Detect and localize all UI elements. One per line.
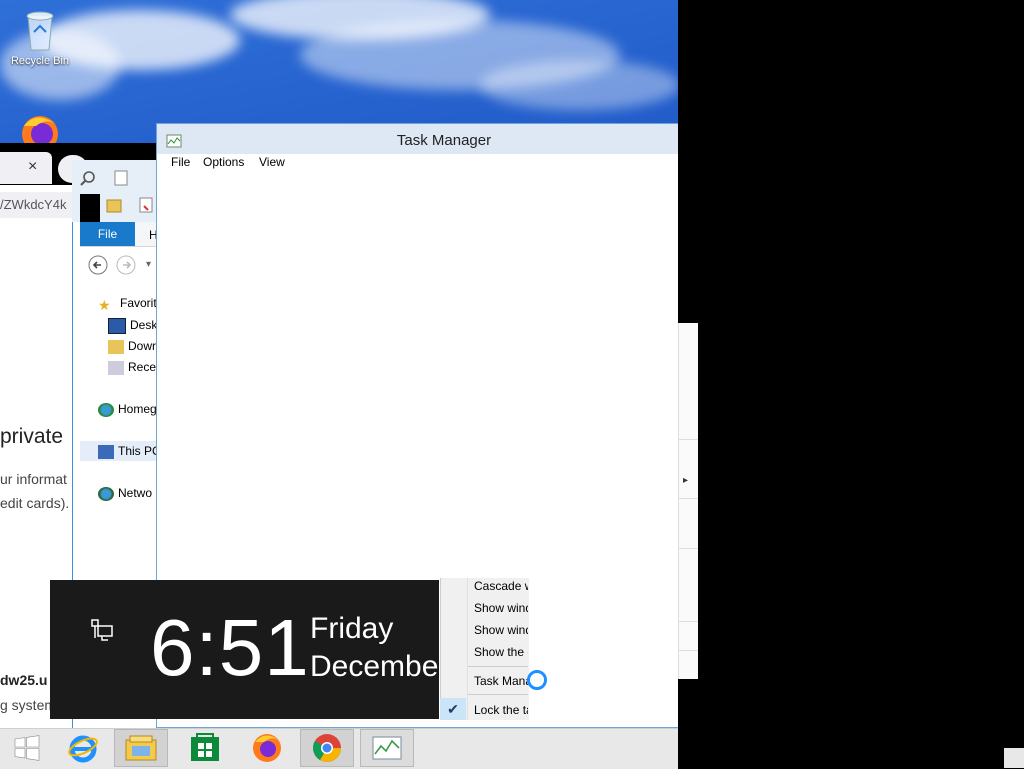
desktop-icon-recycle-bin[interactable]: Recycle Bin (4, 6, 76, 67)
clock-day: Friday (310, 612, 394, 645)
folder-icon[interactable] (106, 196, 124, 217)
page-text: ur informat (0, 471, 67, 487)
page-link[interactable]: dw25.u (0, 672, 50, 688)
task-manager-icon (372, 736, 402, 760)
menu-item-lock-taskbar[interactable]: Lock the ta (474, 703, 528, 717)
menu-item-task-manager[interactable]: Task Mana (474, 674, 528, 688)
undo-icon[interactable] (138, 196, 156, 217)
menu-item-show-windows-stacked[interactable]: Show wind (474, 601, 528, 615)
forward-button[interactable] (116, 255, 136, 278)
computer-icon (98, 444, 114, 459)
menu-item-show-windows-side-by-side[interactable]: Show wind (474, 623, 528, 637)
taskbar-chrome[interactable] (300, 729, 354, 767)
network-icon (98, 486, 114, 501)
page-text: edit cards). (0, 495, 70, 511)
menu-options[interactable]: Options (203, 155, 244, 169)
recycle-bin-icon (26, 11, 54, 51)
side-panel: ▸ (678, 323, 698, 679)
menu-view[interactable]: View (259, 155, 285, 169)
firefox-url-bar[interactable]: /ZWkdcY4k (0, 192, 80, 218)
menu-item-cascade[interactable]: Cascade w (474, 579, 528, 593)
nav-this-pc[interactable]: This PC (80, 441, 158, 461)
show-desktop-button[interactable] (1004, 748, 1024, 768)
checkmark-icon: ✔ (440, 698, 466, 720)
menu-separator (468, 694, 528, 695)
start-button[interactable] (0, 729, 54, 767)
homegroup-icon (98, 402, 114, 417)
busy-cursor-icon (527, 670, 547, 690)
back-button[interactable] (88, 255, 108, 278)
nav-network[interactable]: Netwo (98, 486, 158, 501)
firefox-icon (253, 734, 281, 762)
taskbar-file-explorer[interactable] (114, 729, 168, 767)
chevron-down-icon[interactable]: ▾ (146, 259, 151, 270)
menu-item-show-desktop[interactable]: Show the c (474, 645, 528, 659)
clock-time: 6:51 (150, 603, 310, 692)
properties-icon[interactable] (114, 170, 128, 189)
taskbar-internet-explorer[interactable] (56, 729, 110, 767)
page-text: g system (0, 697, 50, 713)
nav-desktop[interactable]: Desk (108, 318, 158, 334)
nav-downloads[interactable]: Dowr (108, 339, 158, 354)
start-icon (14, 735, 40, 761)
desktop-icon (108, 318, 126, 334)
clock-month: Decembe (310, 650, 439, 683)
taskbar-task-manager[interactable] (360, 729, 414, 767)
nav-recent[interactable]: Rece (108, 360, 158, 375)
tab-close-icon[interactable]: × (28, 158, 37, 176)
desktop-icon-label: Recycle Bin (10, 55, 70, 67)
menu-separator (468, 666, 528, 667)
chevron-right-icon[interactable]: ▸ (683, 475, 688, 486)
search-icon (80, 170, 96, 189)
firefox-tab[interactable] (0, 152, 52, 184)
page-heading: private (0, 425, 64, 448)
ribbon-file-tab[interactable]: File (80, 222, 135, 246)
menu-file[interactable]: File (171, 155, 190, 169)
downloads-folder-icon (108, 339, 124, 354)
nav-homegroup[interactable]: Homeg (98, 402, 158, 417)
store-icon (191, 733, 219, 761)
chrome-icon (313, 734, 341, 762)
nav-favorites[interactable]: ★ Favorit (98, 296, 158, 311)
explorer-quick-access-bar (80, 194, 100, 222)
taskbar-store[interactable] (178, 729, 232, 767)
taskbar-firefox[interactable] (240, 729, 294, 767)
network-status-icon (90, 618, 114, 645)
task-manager-content (528, 578, 678, 720)
recent-places-icon (108, 360, 124, 375)
star-icon: ★ (98, 296, 111, 311)
window-title: Task Manager (396, 132, 492, 149)
file-explorer-icon (125, 735, 157, 761)
internet-explorer-icon (68, 735, 98, 763)
